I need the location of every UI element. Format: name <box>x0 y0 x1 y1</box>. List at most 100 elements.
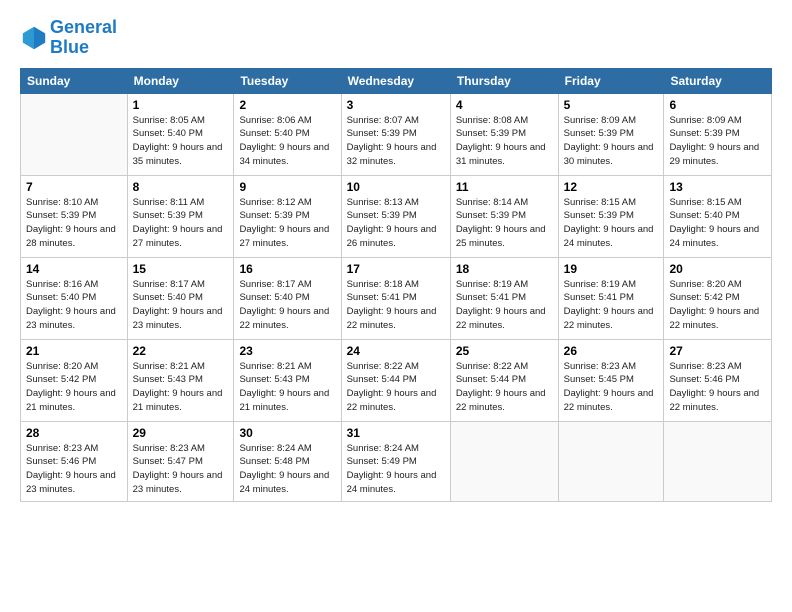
day-number: 8 <box>133 180 229 194</box>
calendar-day-cell: 17 Sunrise: 8:18 AMSunset: 5:41 PMDaylig… <box>341 257 450 339</box>
calendar-col-thursday: Thursday <box>450 68 558 93</box>
calendar-day-cell: 19 Sunrise: 8:19 AMSunset: 5:41 PMDaylig… <box>558 257 664 339</box>
logo-text: General Blue <box>50 18 117 58</box>
day-number: 23 <box>239 344 335 358</box>
calendar-day-cell: 6 Sunrise: 8:09 AMSunset: 5:39 PMDayligh… <box>664 93 772 175</box>
day-number: 17 <box>347 262 445 276</box>
day-info: Sunrise: 8:21 AMSunset: 5:43 PMDaylight:… <box>133 361 223 413</box>
calendar-col-sunday: Sunday <box>21 68 128 93</box>
day-number: 7 <box>26 180 122 194</box>
day-info: Sunrise: 8:21 AMSunset: 5:43 PMDaylight:… <box>239 361 329 413</box>
calendar-day-cell: 5 Sunrise: 8:09 AMSunset: 5:39 PMDayligh… <box>558 93 664 175</box>
calendar-day-cell <box>664 421 772 501</box>
calendar-col-tuesday: Tuesday <box>234 68 341 93</box>
calendar-day-cell: 31 Sunrise: 8:24 AMSunset: 5:49 PMDaylig… <box>341 421 450 501</box>
day-number: 1 <box>133 98 229 112</box>
day-info: Sunrise: 8:17 AMSunset: 5:40 PMDaylight:… <box>239 279 329 331</box>
calendar-week-row: 21 Sunrise: 8:20 AMSunset: 5:42 PMDaylig… <box>21 339 772 421</box>
calendar-day-cell: 25 Sunrise: 8:22 AMSunset: 5:44 PMDaylig… <box>450 339 558 421</box>
calendar-day-cell: 29 Sunrise: 8:23 AMSunset: 5:47 PMDaylig… <box>127 421 234 501</box>
day-info: Sunrise: 8:22 AMSunset: 5:44 PMDaylight:… <box>456 361 546 413</box>
day-info: Sunrise: 8:10 AMSunset: 5:39 PMDaylight:… <box>26 197 116 249</box>
day-number: 21 <box>26 344 122 358</box>
calendar-day-cell: 26 Sunrise: 8:23 AMSunset: 5:45 PMDaylig… <box>558 339 664 421</box>
day-info: Sunrise: 8:24 AMSunset: 5:49 PMDaylight:… <box>347 443 437 495</box>
day-number: 24 <box>347 344 445 358</box>
calendar-day-cell: 16 Sunrise: 8:17 AMSunset: 5:40 PMDaylig… <box>234 257 341 339</box>
day-info: Sunrise: 8:19 AMSunset: 5:41 PMDaylight:… <box>456 279 546 331</box>
day-number: 14 <box>26 262 122 276</box>
calendar-col-saturday: Saturday <box>664 68 772 93</box>
day-info: Sunrise: 8:17 AMSunset: 5:40 PMDaylight:… <box>133 279 223 331</box>
day-info: Sunrise: 8:12 AMSunset: 5:39 PMDaylight:… <box>239 197 329 249</box>
day-info: Sunrise: 8:18 AMSunset: 5:41 PMDaylight:… <box>347 279 437 331</box>
calendar-day-cell: 2 Sunrise: 8:06 AMSunset: 5:40 PMDayligh… <box>234 93 341 175</box>
day-info: Sunrise: 8:06 AMSunset: 5:40 PMDaylight:… <box>239 115 329 167</box>
calendar-day-cell: 14 Sunrise: 8:16 AMSunset: 5:40 PMDaylig… <box>21 257 128 339</box>
calendar-week-row: 14 Sunrise: 8:16 AMSunset: 5:40 PMDaylig… <box>21 257 772 339</box>
day-number: 25 <box>456 344 553 358</box>
day-info: Sunrise: 8:05 AMSunset: 5:40 PMDaylight:… <box>133 115 223 167</box>
calendar-day-cell: 11 Sunrise: 8:14 AMSunset: 5:39 PMDaylig… <box>450 175 558 257</box>
day-info: Sunrise: 8:16 AMSunset: 5:40 PMDaylight:… <box>26 279 116 331</box>
day-info: Sunrise: 8:13 AMSunset: 5:39 PMDaylight:… <box>347 197 437 249</box>
day-number: 4 <box>456 98 553 112</box>
calendar-day-cell: 8 Sunrise: 8:11 AMSunset: 5:39 PMDayligh… <box>127 175 234 257</box>
day-info: Sunrise: 8:09 AMSunset: 5:39 PMDaylight:… <box>564 115 654 167</box>
day-number: 30 <box>239 426 335 440</box>
calendar-day-cell: 27 Sunrise: 8:23 AMSunset: 5:46 PMDaylig… <box>664 339 772 421</box>
day-number: 29 <box>133 426 229 440</box>
day-info: Sunrise: 8:20 AMSunset: 5:42 PMDaylight:… <box>26 361 116 413</box>
calendar-day-cell: 20 Sunrise: 8:20 AMSunset: 5:42 PMDaylig… <box>664 257 772 339</box>
calendar-day-cell <box>450 421 558 501</box>
calendar-col-wednesday: Wednesday <box>341 68 450 93</box>
calendar-header-row: SundayMondayTuesdayWednesdayThursdayFrid… <box>21 68 772 93</box>
calendar-day-cell: 18 Sunrise: 8:19 AMSunset: 5:41 PMDaylig… <box>450 257 558 339</box>
calendar-day-cell: 23 Sunrise: 8:21 AMSunset: 5:43 PMDaylig… <box>234 339 341 421</box>
day-info: Sunrise: 8:07 AMSunset: 5:39 PMDaylight:… <box>347 115 437 167</box>
calendar-table: SundayMondayTuesdayWednesdayThursdayFrid… <box>20 68 772 502</box>
calendar-day-cell: 9 Sunrise: 8:12 AMSunset: 5:39 PMDayligh… <box>234 175 341 257</box>
day-number: 11 <box>456 180 553 194</box>
logo-icon <box>20 24 48 52</box>
day-info: Sunrise: 8:23 AMSunset: 5:47 PMDaylight:… <box>133 443 223 495</box>
logo: General Blue <box>20 18 117 58</box>
calendar-day-cell: 13 Sunrise: 8:15 AMSunset: 5:40 PMDaylig… <box>664 175 772 257</box>
calendar-day-cell: 10 Sunrise: 8:13 AMSunset: 5:39 PMDaylig… <box>341 175 450 257</box>
day-info: Sunrise: 8:23 AMSunset: 5:46 PMDaylight:… <box>669 361 759 413</box>
day-info: Sunrise: 8:15 AMSunset: 5:40 PMDaylight:… <box>669 197 759 249</box>
day-number: 2 <box>239 98 335 112</box>
day-number: 5 <box>564 98 659 112</box>
day-info: Sunrise: 8:23 AMSunset: 5:46 PMDaylight:… <box>26 443 116 495</box>
calendar-day-cell: 12 Sunrise: 8:15 AMSunset: 5:39 PMDaylig… <box>558 175 664 257</box>
calendar-day-cell <box>558 421 664 501</box>
day-number: 3 <box>347 98 445 112</box>
day-number: 9 <box>239 180 335 194</box>
calendar-day-cell: 1 Sunrise: 8:05 AMSunset: 5:40 PMDayligh… <box>127 93 234 175</box>
calendar-day-cell: 24 Sunrise: 8:22 AMSunset: 5:44 PMDaylig… <box>341 339 450 421</box>
day-number: 12 <box>564 180 659 194</box>
day-number: 22 <box>133 344 229 358</box>
calendar-day-cell <box>21 93 128 175</box>
day-info: Sunrise: 8:08 AMSunset: 5:39 PMDaylight:… <box>456 115 546 167</box>
header: General Blue <box>20 18 772 58</box>
calendar-week-row: 28 Sunrise: 8:23 AMSunset: 5:46 PMDaylig… <box>21 421 772 501</box>
calendar-day-cell: 3 Sunrise: 8:07 AMSunset: 5:39 PMDayligh… <box>341 93 450 175</box>
day-info: Sunrise: 8:11 AMSunset: 5:39 PMDaylight:… <box>133 197 223 249</box>
calendar-col-friday: Friday <box>558 68 664 93</box>
day-number: 31 <box>347 426 445 440</box>
day-info: Sunrise: 8:14 AMSunset: 5:39 PMDaylight:… <box>456 197 546 249</box>
day-number: 18 <box>456 262 553 276</box>
page: General Blue SundayMondayTuesdayWednesda… <box>0 0 792 612</box>
calendar-day-cell: 30 Sunrise: 8:24 AMSunset: 5:48 PMDaylig… <box>234 421 341 501</box>
calendar-week-row: 1 Sunrise: 8:05 AMSunset: 5:40 PMDayligh… <box>21 93 772 175</box>
day-number: 10 <box>347 180 445 194</box>
calendar-day-cell: 22 Sunrise: 8:21 AMSunset: 5:43 PMDaylig… <box>127 339 234 421</box>
day-info: Sunrise: 8:19 AMSunset: 5:41 PMDaylight:… <box>564 279 654 331</box>
day-info: Sunrise: 8:24 AMSunset: 5:48 PMDaylight:… <box>239 443 329 495</box>
day-number: 28 <box>26 426 122 440</box>
calendar-day-cell: 21 Sunrise: 8:20 AMSunset: 5:42 PMDaylig… <box>21 339 128 421</box>
day-info: Sunrise: 8:20 AMSunset: 5:42 PMDaylight:… <box>669 279 759 331</box>
day-number: 15 <box>133 262 229 276</box>
day-number: 27 <box>669 344 766 358</box>
